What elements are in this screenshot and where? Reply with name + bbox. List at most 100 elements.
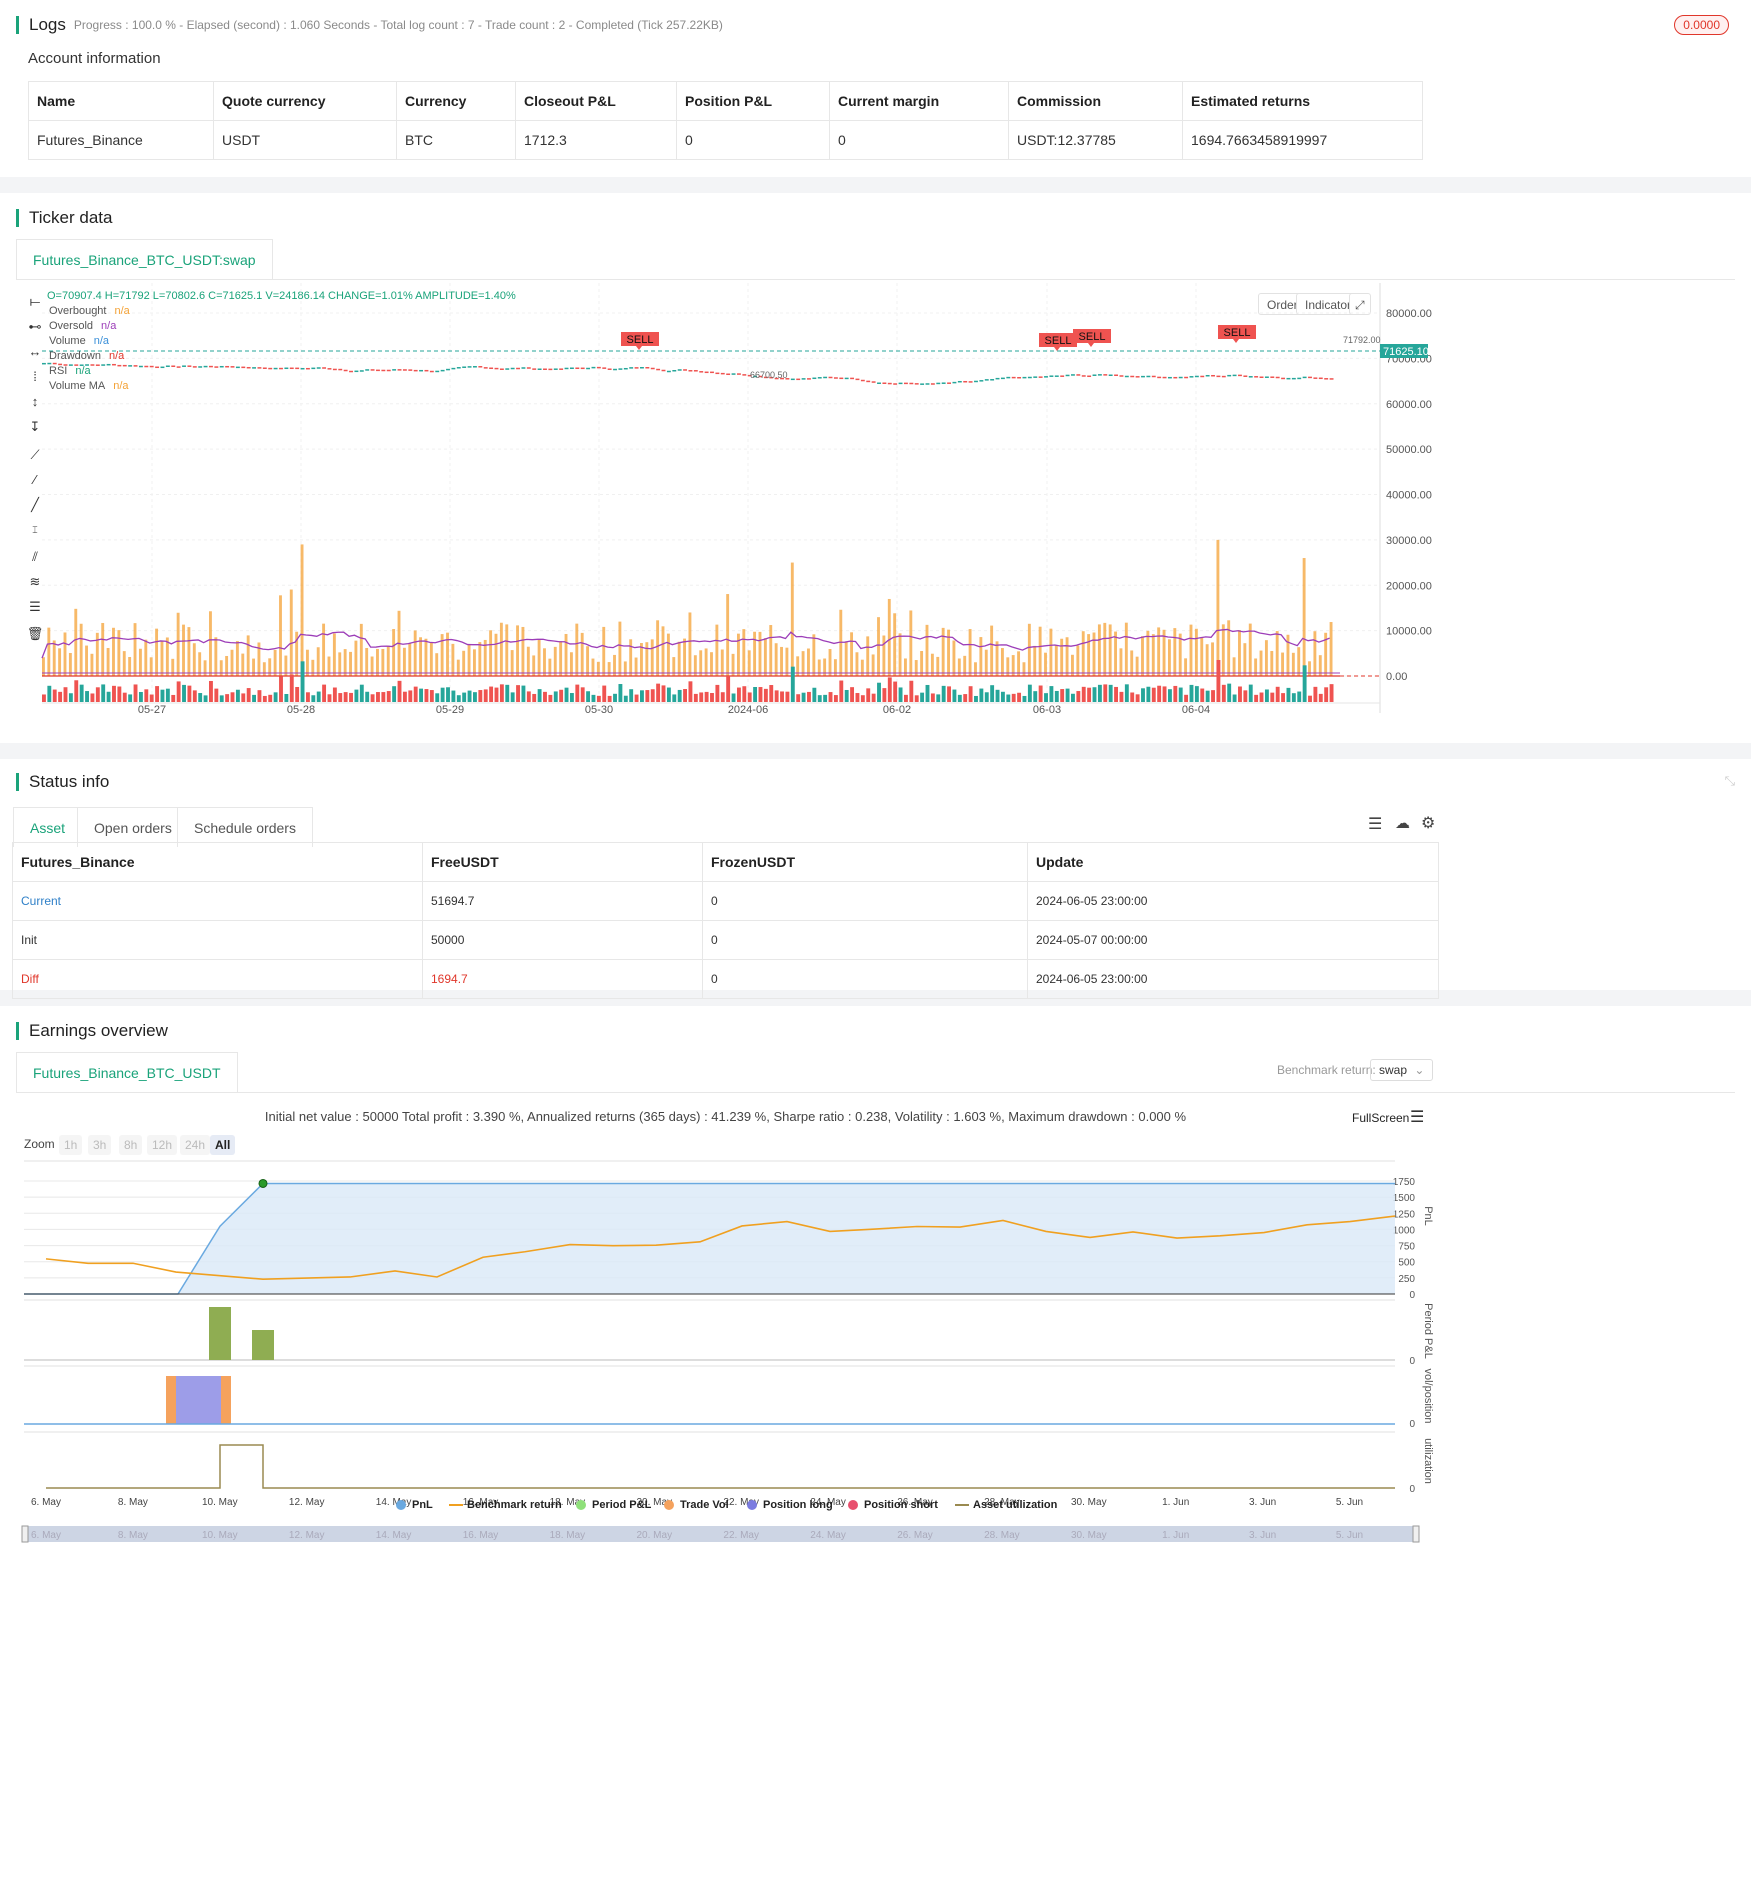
legend-item[interactable]: PnL	[396, 1499, 433, 1511]
colored-volume-bar	[456, 695, 461, 702]
colored-volume-bar	[338, 693, 343, 702]
volume-bar	[774, 643, 778, 676]
legend-item[interactable]: Trade Vol	[664, 1499, 729, 1511]
candle	[138, 365, 143, 368]
tab-earnings-symbol[interactable]: Futures_Binance_BTC_USDT	[16, 1052, 238, 1092]
zoom-button[interactable]: 8h	[119, 1135, 143, 1155]
colored-volume-bar	[311, 695, 316, 702]
zoom-button[interactable]: 1h	[59, 1135, 83, 1155]
colored-volume-bar	[300, 661, 305, 702]
volume-bar	[1097, 624, 1101, 676]
candle	[575, 367, 580, 370]
candle	[1081, 375, 1086, 377]
legend-label: Trade Vol	[680, 1499, 729, 1511]
candle	[569, 367, 574, 370]
colored-volume-bar	[968, 686, 973, 702]
gear-icon[interactable]: ⚙	[1421, 813, 1435, 833]
volume-bar	[1033, 645, 1037, 676]
colored-volume-bar	[898, 687, 903, 702]
volume-bar	[1227, 620, 1231, 676]
colored-volume-bar	[1151, 687, 1156, 702]
colored-volume-bar	[661, 685, 666, 702]
colored-volume-bar	[586, 691, 591, 702]
colored-volume-bar	[823, 694, 828, 702]
zoom-button[interactable]: All	[210, 1135, 236, 1155]
candle	[1173, 376, 1178, 379]
colored-volume-bar	[192, 690, 197, 702]
colored-volume-bar	[397, 680, 402, 702]
candle	[1275, 376, 1280, 379]
candle	[1194, 375, 1199, 378]
tab-open-orders[interactable]: Open orders	[77, 807, 189, 847]
tab-asset[interactable]: Asset	[13, 807, 83, 847]
legend-label: Volume	[49, 335, 86, 347]
legend-item[interactable]: Position long	[747, 1499, 833, 1511]
candle	[149, 365, 154, 368]
legend-item[interactable]: Volume MA n/a	[49, 380, 129, 392]
legend-item[interactable]: Position short	[848, 1499, 938, 1511]
colored-volume-bar	[553, 691, 558, 702]
navigator-handle-left	[21, 1525, 29, 1543]
volume-bar	[726, 594, 730, 676]
logs-title: Logs	[29, 15, 66, 34]
volume-bar	[316, 647, 320, 676]
legend-item[interactable]: Period P&L	[576, 1499, 651, 1511]
legend-item[interactable]: Asset utilization	[955, 1499, 1057, 1511]
navigator-tick-label: 18. May	[550, 1530, 586, 1541]
col-header: Currency	[396, 81, 516, 121]
colored-volume-bar	[537, 689, 542, 702]
legend-item[interactable]: RSI n/a	[49, 365, 91, 377]
candle	[537, 368, 542, 370]
navigator-tick-label: 28. May	[984, 1530, 1020, 1541]
colored-volume-bar	[1254, 694, 1259, 702]
colored-volume-bar	[914, 695, 919, 702]
tab-ticker-symbol[interactable]: Futures_Binance_BTC_USDT:swap	[16, 239, 273, 279]
row-label-current[interactable]: Current	[12, 881, 423, 921]
zoom-button[interactable]: 3h	[88, 1135, 112, 1155]
cloud-download-icon[interactable]: ☁	[1395, 814, 1410, 832]
legend-item[interactable]: Volume n/a	[49, 335, 109, 347]
colored-volume-bar	[817, 695, 822, 702]
menu-icon[interactable]: ☰	[1410, 1107, 1424, 1127]
fullscreen-button[interactable]: FullScreen	[1352, 1111, 1409, 1125]
legend-item[interactable]: Overbought n/a	[49, 305, 130, 317]
volume-bar	[855, 652, 859, 676]
colored-volume-bar	[930, 693, 935, 702]
volume-bar	[704, 648, 708, 676]
legend-item[interactable]: Drawdown n/a	[49, 350, 124, 362]
legend-item[interactable]: Oversold n/a	[49, 320, 116, 332]
colored-volume-bar	[510, 692, 515, 702]
candle	[1248, 376, 1253, 378]
list-icon[interactable]: ☰	[1368, 814, 1382, 834]
volume-bar	[413, 630, 417, 676]
colored-volume-bar	[1302, 665, 1307, 702]
colored-volume-bar	[241, 693, 246, 702]
volume-bar	[1211, 642, 1214, 676]
candle	[370, 369, 375, 371]
candle	[1162, 376, 1167, 379]
volume-bar	[1173, 628, 1177, 676]
tab-schedule-orders[interactable]: Schedule orders	[177, 807, 313, 847]
zoom-button[interactable]: 12h	[147, 1135, 178, 1155]
colored-volume-bar	[402, 691, 407, 702]
volume-bar	[300, 544, 304, 676]
colored-volume-bar	[1103, 684, 1108, 702]
volume-bar	[1054, 645, 1058, 676]
zoom-button[interactable]: 24h	[180, 1135, 211, 1155]
collapse-icon[interactable]: ⤡	[1725, 773, 1735, 789]
sell-label: SELL	[1045, 335, 1072, 347]
legend-value: n/a	[75, 365, 91, 377]
candle	[122, 364, 127, 367]
volume-bar	[273, 649, 277, 676]
colored-volume-bar	[957, 694, 962, 702]
navigator-tick-label: 6. May	[31, 1530, 61, 1541]
colored-volume-bar	[1119, 691, 1124, 702]
colored-volume-bar	[52, 689, 57, 702]
benchmark-select[interactable]: swap ⌄	[1370, 1059, 1434, 1081]
colored-volume-bar	[246, 688, 251, 702]
candle	[462, 366, 467, 368]
colored-volume-bar	[499, 684, 504, 702]
row-label-diff: Diff	[12, 959, 423, 999]
colored-volume-bar	[446, 687, 450, 702]
legend-item[interactable]: Benchmark return	[449, 1499, 562, 1511]
